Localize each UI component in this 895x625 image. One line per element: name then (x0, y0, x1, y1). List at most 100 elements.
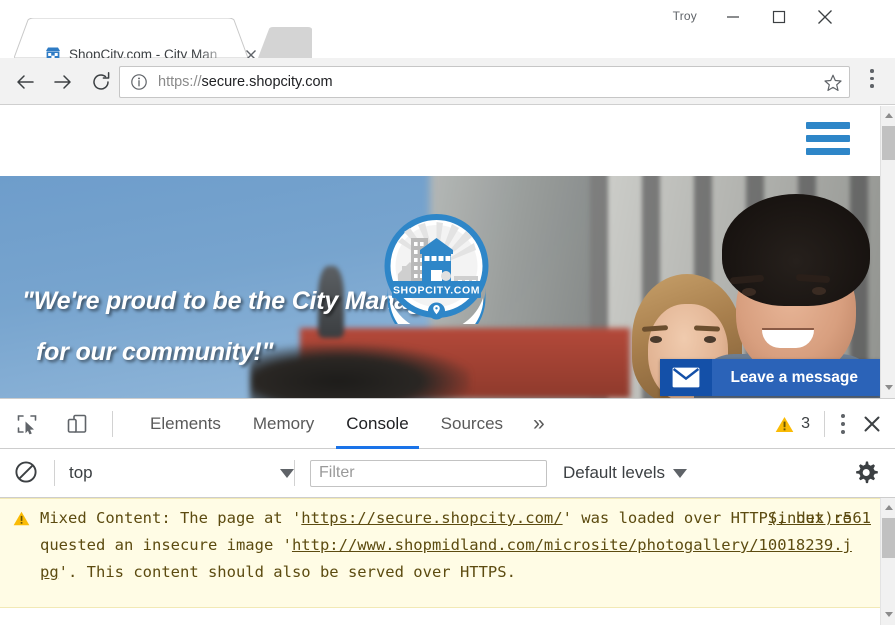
scrollbar-down-arrow-icon[interactable] (881, 380, 895, 396)
devtools-panel: Elements Memory Console Sources » 3 top … (0, 398, 895, 625)
tab-memory[interactable]: Memory (237, 399, 330, 449)
log-levels-selector[interactable]: Default levels (563, 463, 688, 483)
hero-person-man-eye (812, 287, 826, 295)
shopcity-logo[interactable]: SHOPCITY.COM (384, 214, 489, 324)
scrollbar-thumb[interactable] (882, 126, 895, 160)
page-scrollbar[interactable] (880, 106, 895, 398)
address-bar[interactable]: https://secure.shopcity.com (119, 66, 850, 98)
console-settings-button[interactable] (855, 460, 881, 486)
close-devtools-button[interactable] (857, 410, 887, 438)
devtools-tab-list: Elements Memory Console Sources » (134, 399, 559, 449)
scrollbar-up-arrow-icon[interactable] (881, 500, 895, 516)
minimize-icon (727, 15, 739, 18)
console-output: (index):561 Mixed Content: The page at '… (0, 498, 895, 625)
kebab-dot (841, 430, 845, 434)
console-message-text: Mixed Content: The page at 'https://secu… (40, 505, 859, 586)
forward-button[interactable] (46, 65, 80, 99)
reload-button[interactable] (84, 65, 118, 99)
leave-a-message-button[interactable]: Leave a message (660, 359, 880, 396)
kebab-dot (841, 422, 845, 426)
shopcity-logo-wordmark: SHOPCITY.COM (393, 285, 480, 297)
reload-icon (93, 72, 110, 90)
filter-bar-divider (54, 460, 55, 486)
scrollbar-up-arrow-icon[interactable] (881, 108, 895, 124)
bookmark-star-icon[interactable] (823, 73, 843, 93)
menu-dot (870, 84, 874, 88)
profile-name-label[interactable]: Troy (673, 9, 697, 23)
gear-icon (856, 461, 878, 484)
window-maximize-button[interactable] (756, 0, 802, 33)
chevron-down-icon (673, 468, 688, 478)
toolbar-divider (824, 411, 825, 437)
leave-a-message-label: Leave a message (730, 368, 858, 386)
hamburger-bar (806, 122, 850, 129)
kebab-dot (841, 414, 845, 418)
back-arrow-icon (17, 75, 34, 89)
execution-context-selector[interactable]: top (69, 459, 294, 487)
inactive-tab-placeholder[interactable] (258, 27, 312, 58)
browser-toolbar: https://secure.shopcity.com (0, 58, 895, 105)
chrome-titlebar: ShopCity.com - City Man Troy (0, 0, 895, 63)
hero-quote: "We're proud to be the City Managers for… (22, 276, 582, 378)
tab-sources[interactable]: Sources (425, 399, 519, 449)
filter-bar-divider (294, 460, 295, 486)
forward-arrow-icon (54, 75, 71, 89)
hero-person-woman-eye (704, 336, 716, 343)
tab-console[interactable]: Console (330, 399, 424, 449)
warning-count-badge[interactable]: 3 (765, 415, 820, 433)
site-header (0, 106, 880, 176)
menu-dot (870, 69, 874, 73)
close-icon (864, 416, 880, 432)
devtools-more-options-button[interactable] (829, 410, 857, 438)
scrollbar-thumb[interactable] (882, 518, 895, 558)
window-minimize-button[interactable] (710, 0, 756, 33)
back-button[interactable] (8, 65, 42, 99)
message-part-3: '. This content should also be served ov… (58, 563, 516, 581)
chat-icon-container (660, 359, 713, 396)
console-scrollbar[interactable] (880, 498, 895, 625)
hamburger-icon[interactable] (806, 122, 850, 155)
chevron-down-icon (280, 468, 294, 478)
close-icon (818, 9, 832, 24)
toolbar-divider (112, 411, 113, 437)
inspect-element-button[interactable] (12, 410, 42, 438)
device-toolbar-icon (67, 414, 87, 433)
console-filter-bar: top Default levels (0, 449, 895, 498)
message-part-1: Mixed Content: The page at ' (40, 509, 302, 527)
hero-person-man-eye (742, 288, 756, 296)
devtools-toolbar-right: 3 (765, 399, 887, 449)
tab-strip: ShopCity.com - City Man Troy (0, 0, 895, 63)
url-scheme: https:// (158, 74, 202, 90)
window-close-button[interactable] (802, 0, 848, 33)
hamburger-bar (806, 148, 850, 155)
chrome-menu-button[interactable] (860, 69, 884, 95)
info-circle-icon[interactable] (130, 73, 148, 91)
maximize-icon (772, 10, 786, 23)
log-levels-label: Default levels (563, 463, 666, 482)
menu-dot (870, 76, 874, 80)
address-bar-text: https://secure.shopcity.com (158, 73, 333, 91)
warning-count-label: 3 (801, 415, 810, 432)
toggle-device-toolbar-button[interactable] (62, 410, 92, 438)
more-tabs-button[interactable]: » (519, 399, 559, 449)
browser-tab[interactable]: ShopCity.com - City Man (14, 18, 256, 63)
console-filter-input[interactable] (310, 459, 547, 487)
warning-triangle-icon (13, 511, 30, 526)
url-host: secure.shopcity.com (201, 74, 333, 90)
hero-quote-line-2: for our community!" (36, 338, 274, 366)
inspect-element-icon (17, 415, 37, 435)
page-viewport: "We're proud to be the City Managers for… (0, 106, 895, 398)
console-message-source-link[interactable]: (index):561 (768, 505, 871, 532)
envelope-icon (673, 367, 700, 388)
scrollbar-down-arrow-icon[interactable] (881, 607, 895, 623)
clear-console-button[interactable] (14, 460, 40, 486)
message-page-url-link[interactable]: https://secure.shopcity.com/ (301, 509, 562, 527)
clear-console-icon (15, 461, 37, 483)
tab-elements[interactable]: Elements (134, 399, 237, 449)
console-message-row[interactable]: (index):561 Mixed Content: The page at '… (0, 498, 895, 608)
hero-person-woman-eye (650, 336, 662, 343)
hamburger-bar (806, 135, 850, 142)
warning-triangle-icon (775, 416, 794, 432)
devtools-tabbar: Elements Memory Console Sources » 3 (0, 399, 895, 449)
browser-window: ShopCity.com - City Man Troy https://sec… (0, 0, 895, 625)
